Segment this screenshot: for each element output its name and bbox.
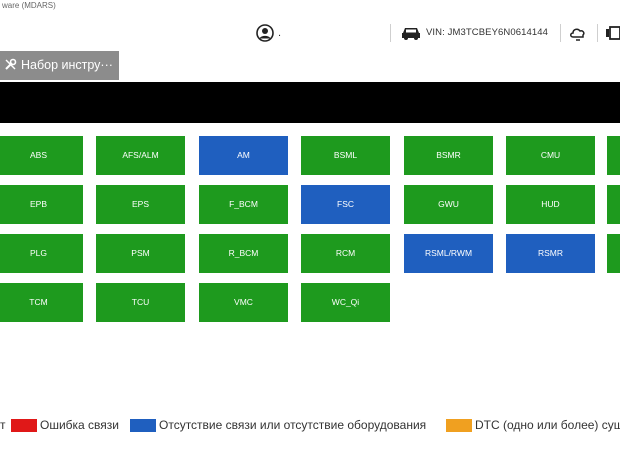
module-tile-abs[interactable]: ABS	[0, 136, 83, 175]
legend-swatch-dtc	[446, 419, 472, 432]
user-icon[interactable]	[256, 24, 274, 42]
legend-swatch-no-comm	[130, 419, 156, 432]
module-tile-bsmr[interactable]: BSMR	[404, 136, 493, 175]
module-tile-rcm[interactable]: RCM	[301, 234, 390, 273]
module-tile-tcu[interactable]: TCU	[96, 283, 185, 322]
status-bar	[0, 82, 620, 123]
legend-item-no-comm-label: Отсутствие связи или отсутствие оборудов…	[159, 418, 427, 432]
module-tile-wc-qi[interactable]: WC_Qi	[301, 283, 390, 322]
module-tile-epb[interactable]: EPB	[0, 185, 83, 224]
user-name: .	[278, 27, 282, 39]
module-tile-eps[interactable]: EPS	[96, 185, 185, 224]
module-tile-afs-alm[interactable]: AFS/ALM	[96, 136, 185, 175]
module-tile-clipped[interactable]	[607, 185, 620, 224]
module-tile-f-bcm[interactable]: F_BCM	[199, 185, 288, 224]
module-tile-bsml[interactable]: BSML	[301, 136, 390, 175]
divider	[560, 24, 561, 42]
legend-swatch-error	[11, 419, 37, 432]
car-icon	[402, 28, 420, 40]
toolset-button[interactable]: Набор инстру···	[0, 51, 119, 80]
module-tile-hud[interactable]: HUD	[506, 185, 595, 224]
window-title: ware (MDARS)	[2, 1, 56, 10]
divider	[597, 24, 598, 42]
module-tile-fsc[interactable]: FSC	[301, 185, 390, 224]
divider	[390, 24, 391, 42]
module-tile-rsml-rwm[interactable]: RSML/RWM	[404, 234, 493, 273]
module-tile-gwu[interactable]: GWU	[404, 185, 493, 224]
module-tile-am[interactable]: AM	[199, 136, 288, 175]
module-tile-psm[interactable]: PSM	[96, 234, 185, 273]
cloud-connection-icon[interactable]	[568, 23, 588, 43]
module-tile-rsmr[interactable]: RSMR	[506, 234, 595, 273]
toolset-label: Набор инстру···	[21, 58, 113, 72]
module-tile-vmc[interactable]: VMC	[199, 283, 288, 322]
legend-item-ok-label: т	[0, 418, 6, 432]
battery-icon	[606, 26, 620, 40]
module-tile-cmu[interactable]: CMU	[506, 136, 595, 175]
legend: т Ошибка связи Отсутствие связи или отсу…	[0, 416, 620, 436]
module-tile-r-bcm[interactable]: R_BCM	[199, 234, 288, 273]
module-tile-tcm[interactable]: TCM	[0, 283, 83, 322]
vin-label: VIN: JM3TCBEY6N0614144	[426, 27, 549, 38]
legend-item-error-label: Ошибка связи	[40, 418, 120, 432]
module-tile-clipped[interactable]	[607, 234, 620, 273]
header-bar: . VIN: JM3TCBEY6N0614144	[0, 18, 620, 48]
wrench-icon	[5, 58, 17, 70]
legend-item-dtc-label: DTC (одно или более) сущ	[475, 418, 620, 432]
module-tile-plg[interactable]: PLG	[0, 234, 83, 273]
module-tile-clipped[interactable]	[607, 136, 620, 175]
